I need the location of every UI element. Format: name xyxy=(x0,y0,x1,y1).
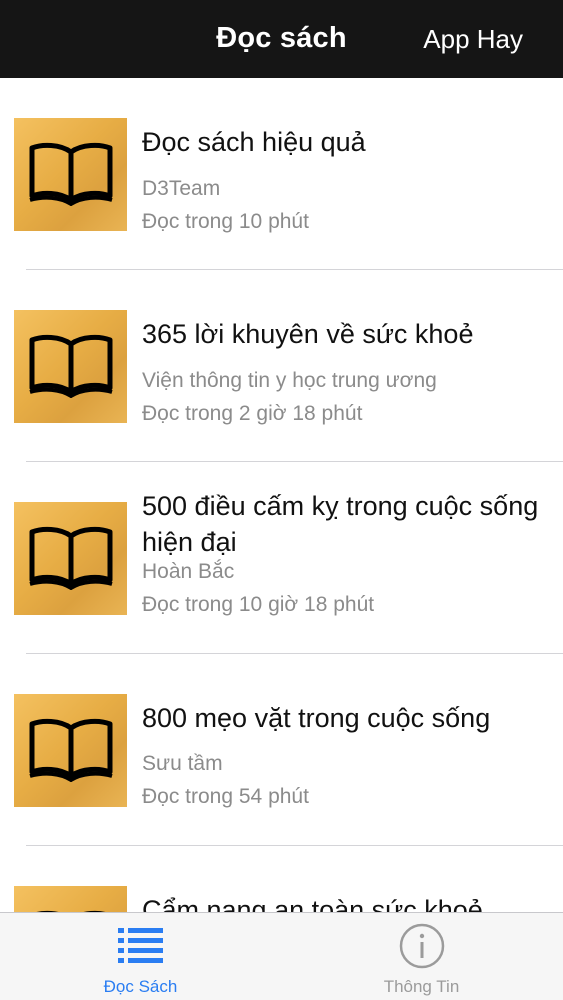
info-icon xyxy=(399,923,445,969)
book-title: 800 mẹo vặt trong cuộc sống xyxy=(142,703,491,733)
tab-label: Thông Tin xyxy=(383,977,460,996)
tab-bar: Đọc Sách Thông Tin xyxy=(0,912,563,1000)
book-title: 500 điều cấm kỵ trong cuộc sống hiện đại xyxy=(142,491,539,557)
book-cover xyxy=(14,118,127,231)
book-row[interactable]: 500 điều cấm kỵ trong cuộc sống hiện đại… xyxy=(0,462,563,654)
book-author: Sưu tầm xyxy=(142,752,223,775)
book-duration: Đọc trong 10 giờ 18 phút xyxy=(142,593,375,616)
book-row[interactable]: Đọc sách hiệu quả D3Team Đọc trong 10 ph… xyxy=(0,78,563,270)
open-book-icon xyxy=(29,718,113,782)
app-hay-button[interactable]: App Hay xyxy=(423,24,523,55)
book-row[interactable]: 365 lời khuyên về sức khoẻ Viện thông ti… xyxy=(0,270,563,462)
book-author: Hoàn Bắc xyxy=(142,560,235,583)
navigation-bar: Đọc sách App Hay xyxy=(0,0,563,78)
book-cover xyxy=(14,310,127,423)
list-icon xyxy=(118,928,163,963)
open-book-icon xyxy=(29,526,113,590)
book-duration: Đọc trong 54 phút xyxy=(142,785,309,808)
book-duration: Đọc trong 10 phút xyxy=(142,210,309,233)
open-book-icon xyxy=(29,142,113,206)
tab-doc-sach[interactable]: Đọc Sách xyxy=(0,913,281,1000)
book-author: D3Team xyxy=(142,177,221,200)
open-book-icon xyxy=(29,334,113,398)
book-title: Đọc sách hiệu quả xyxy=(142,127,366,157)
book-list[interactable]: Đọc sách hiệu quả D3Team Đọc trong 10 ph… xyxy=(0,78,563,912)
book-cover xyxy=(14,502,127,615)
tab-thong-tin[interactable]: Thông Tin xyxy=(281,913,562,1000)
book-author: Viện thông tin y học trung ương xyxy=(142,369,437,392)
book-cover xyxy=(14,886,127,912)
book-duration: Đọc trong 2 giờ 18 phút xyxy=(142,402,363,425)
book-title: 365 lời khuyên về sức khoẻ xyxy=(142,319,474,349)
tab-label: Đọc Sách xyxy=(103,977,178,996)
book-title: Cẩm nang an toàn sức khoẻ xyxy=(142,895,483,912)
book-row[interactable]: Cẩm nang an toàn sức khoẻ xyxy=(0,846,563,912)
book-cover xyxy=(14,694,127,807)
book-row[interactable]: 800 mẹo vặt trong cuộc sống Sưu tầm Đọc … xyxy=(0,654,563,846)
